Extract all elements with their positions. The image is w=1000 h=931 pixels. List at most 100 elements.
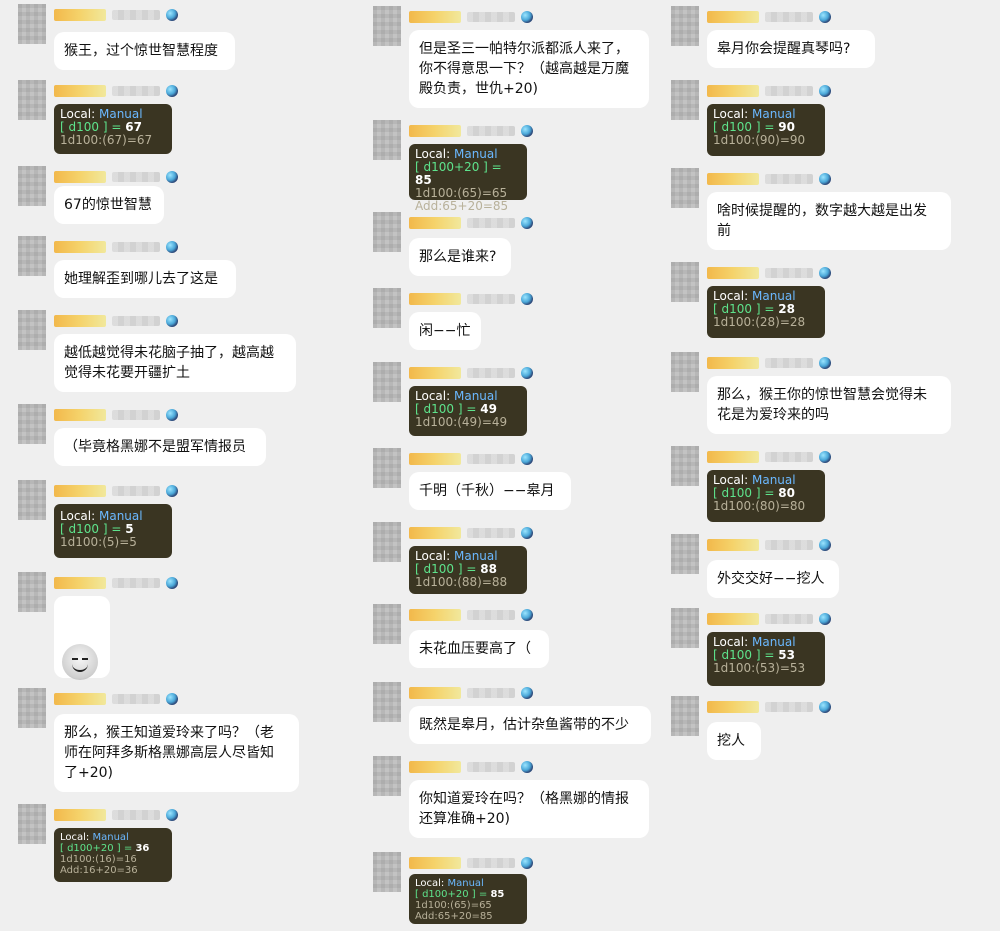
sender-name: [409, 609, 461, 621]
message: 67的惊世智慧: [0, 166, 355, 226]
message: 那么是谁来?: [355, 212, 653, 280]
dice-mode: Manual: [98, 509, 143, 523]
avatar[interactable]: [671, 534, 699, 574]
dice-mode: Manual: [751, 635, 796, 649]
text-bubble: 闲−−忙: [409, 312, 481, 350]
avatar[interactable]: [373, 288, 401, 328]
avatar[interactable]: [373, 604, 401, 644]
avatar[interactable]: [18, 572, 46, 612]
avatar[interactable]: [18, 310, 46, 350]
sender-meta: [409, 452, 533, 466]
sender-id: [112, 242, 160, 252]
sender-meta: [707, 266, 831, 280]
sender-meta: [409, 760, 533, 774]
avatar[interactable]: [18, 236, 46, 276]
avatar[interactable]: [373, 6, 401, 46]
avatar[interactable]: [671, 608, 699, 648]
message: Local: Manual [ d100 ] = 88 1d100:(88)=8…: [355, 522, 653, 598]
sender-id: [765, 452, 813, 462]
sender-meta: [409, 292, 533, 306]
message: Local: Manual [ d100 ] = 28 1d100:(28)=2…: [653, 262, 1000, 344]
sender-meta: [54, 576, 178, 590]
avatar[interactable]: [373, 448, 401, 488]
badge-icon: [521, 11, 533, 23]
dice-roll-line: [ d100+20 ] = 36: [60, 843, 166, 854]
message: 外交交好−−挖人: [653, 534, 1000, 600]
avatar[interactable]: [18, 688, 46, 728]
sender-name: [707, 85, 759, 97]
avatar[interactable]: [671, 80, 699, 120]
dice-detail: 1d100:(67)=67: [60, 133, 153, 147]
avatar[interactable]: [18, 480, 46, 520]
avatar[interactable]: [373, 362, 401, 402]
message: 但是圣三一帕特尔派都派人来了， 你不得意思一下？（越高越是万魔 殿负责，世仇+2…: [355, 6, 653, 110]
sender-name: [54, 485, 106, 497]
avatar[interactable]: [373, 756, 401, 796]
text-bubble: （毕竟格黑娜不是盟军情报员: [54, 428, 266, 466]
avatar[interactable]: [18, 166, 46, 206]
avatar[interactable]: [373, 522, 401, 562]
sender-id: [765, 12, 813, 22]
sender-meta: [54, 484, 178, 498]
sender-meta: [707, 356, 831, 370]
sender-name: [54, 171, 106, 183]
badge-icon: [819, 701, 831, 713]
avatar[interactable]: [373, 852, 401, 892]
text-bubble: 千明（千秋）−−皋月: [409, 472, 571, 510]
avatar[interactable]: [671, 696, 699, 736]
sender-meta: [54, 408, 178, 422]
sender-meta: [409, 686, 533, 700]
sender-id: [467, 762, 515, 772]
sender-name: [707, 451, 759, 463]
avatar[interactable]: [671, 446, 699, 486]
sender-name: [54, 241, 106, 253]
sender-meta: [54, 84, 178, 98]
avatar[interactable]: [373, 120, 401, 160]
avatar[interactable]: [18, 404, 46, 444]
avatar[interactable]: [373, 212, 401, 252]
dice-result-card: Local: Manual [ d100 ] = 53 1d100:(53)=5…: [707, 632, 825, 686]
dice-local-label: Local:: [713, 289, 749, 303]
avatar[interactable]: [671, 168, 699, 208]
badge-icon: [521, 453, 533, 465]
dice-roll-expr: [ d100 ] =: [415, 402, 477, 416]
sender-name: [707, 539, 759, 551]
sender-id: [112, 172, 160, 182]
message: （毕竟格黑娜不是盟军情报员: [0, 404, 355, 468]
sticker-bubble: 啊?: [54, 596, 110, 744]
dice-result-card: Local: Manual [ d100 ] = 28 1d100:(28)=2…: [707, 286, 825, 338]
sender-name: [54, 809, 106, 821]
sender-name: [54, 693, 106, 705]
sender-name: [409, 453, 461, 465]
sender-name: [707, 613, 759, 625]
sender-id: [765, 540, 813, 550]
avatar[interactable]: [18, 804, 46, 844]
dice-result-card: Local: Manual [ d100 ] = 88 1d100:(88)=8…: [409, 546, 527, 594]
dice-detail: 1d100:(16)=16: [60, 854, 137, 865]
avatar[interactable]: [18, 80, 46, 120]
dice-local-label: Local:: [713, 635, 749, 649]
message: Local: Manual [ d100 ] = 53 1d100:(53)=5…: [653, 608, 1000, 690]
dice-roll-expr: [ d100+20 ] =: [415, 889, 488, 900]
sender-id: [467, 12, 515, 22]
badge-icon: [819, 11, 831, 23]
dice-roll-result: 49: [480, 402, 497, 416]
avatar[interactable]: [671, 6, 699, 46]
avatar[interactable]: [373, 682, 401, 722]
dice-local-label: Local:: [415, 147, 451, 161]
sender-name: [707, 11, 759, 23]
avatar[interactable]: [18, 4, 46, 44]
badge-icon: [521, 293, 533, 305]
dice-local-label: Local:: [415, 389, 451, 403]
sender-name: [409, 527, 461, 539]
message: Local: Manual [ d100 ] = 67 1d100:(67)=6…: [0, 80, 355, 162]
sender-meta: [54, 808, 178, 822]
sender-name: [409, 761, 461, 773]
sender-id: [467, 688, 515, 698]
avatar[interactable]: [671, 262, 699, 302]
dice-detail: 1d100:(49)=49: [415, 415, 508, 429]
sender-meta: [409, 608, 533, 622]
avatar[interactable]: [671, 352, 699, 392]
dice-mode: Manual: [751, 473, 796, 487]
dice-result-card: Local: Manual [ d100 ] = 90 1d100:(90)=9…: [707, 104, 825, 156]
